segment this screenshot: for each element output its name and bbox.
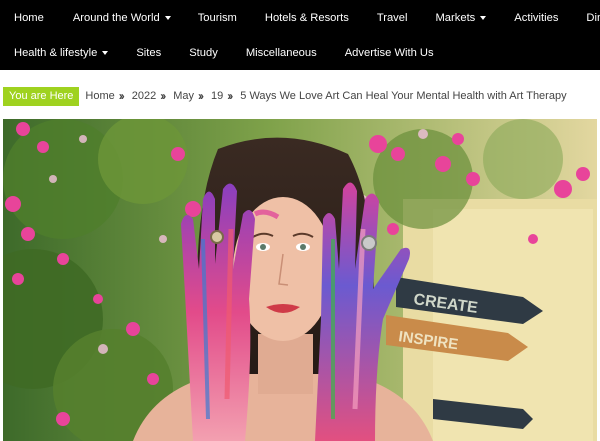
nav-item-study[interactable]: Study — [189, 47, 218, 59]
double-chevron-right-icon: ›› — [160, 89, 166, 103]
nav-item-hotels-resorts[interactable]: Hotels & Resorts — [265, 12, 349, 24]
nav-item-dining[interactable]: Dining — [586, 12, 600, 24]
nav-item-tourism[interactable]: Tourism — [198, 12, 237, 24]
nav-item-markets[interactable]: Markets — [435, 11, 487, 24]
nav-item-label: Health & lifestyle — [14, 46, 98, 59]
chevron-down-icon — [164, 15, 171, 20]
nav-item-label: Study — [189, 46, 218, 59]
nav-item-health-lifestyle[interactable]: Health & lifestyle — [14, 46, 109, 59]
breadcrumb-current-page: 5 Ways We Love Art Can Heal Your Mental … — [240, 90, 567, 102]
double-chevron-right-icon: ›› — [198, 89, 204, 103]
nav-item-travel[interactable]: Travel — [377, 12, 408, 24]
nav-item-label: Markets — [435, 11, 476, 24]
nav-item-advertise[interactable]: Advertise With Us — [345, 47, 434, 59]
featured-image-art: CREATE INSPIRE — [3, 119, 597, 441]
nav-item-label: Advertise With Us — [344, 46, 434, 59]
chevron-down-icon — [102, 50, 109, 55]
nav-item-sites[interactable]: Sites — [136, 47, 161, 59]
nav-row-secondary: Health & lifestyle Sites Study Miscellan… — [0, 35, 600, 70]
breadcrumb-day[interactable]: 19 — [211, 90, 223, 102]
nav-item-home[interactable]: Home — [14, 12, 44, 24]
breadcrumb-month[interactable]: May — [173, 90, 194, 102]
nav-item-label: Hotels & Resorts — [264, 11, 349, 24]
nav-item-miscellaneous[interactable]: Miscellaneous — [246, 47, 317, 59]
nav-item-label: Travel — [376, 11, 408, 24]
breadcrumb: You are Here Home ›› 2022 ›› May ›› 19 ›… — [0, 86, 600, 106]
nav-item-label: Tourism — [197, 11, 237, 24]
nav-item-around-the-world[interactable]: Around the World — [73, 12, 171, 24]
breadcrumb-year[interactable]: 2022 — [132, 90, 156, 102]
nav-item-label: Around the World — [72, 11, 160, 24]
nav-row-primary: Home Around the World Tourism Hotels & R… — [0, 0, 600, 35]
main-navigation: Home Around the World Tourism Hotels & R… — [0, 0, 600, 70]
nav-item-label: Activities — [514, 11, 559, 24]
nav-item-label: Home — [14, 11, 44, 24]
chevron-down-icon — [480, 15, 487, 20]
breadcrumb-home[interactable]: Home — [85, 90, 114, 102]
you-are-here-badge: You are Here — [3, 86, 80, 106]
nav-item-label: Miscellaneous — [245, 46, 317, 59]
nav-item-label: Sites — [136, 46, 162, 59]
nav-item-activities[interactable]: Activities — [514, 12, 558, 24]
nav-item-label: Dining — [586, 11, 600, 24]
featured-image: CREATE INSPIRE — [3, 119, 597, 441]
double-chevron-right-icon: ›› — [227, 89, 233, 103]
double-chevron-right-icon: ›› — [118, 89, 125, 103]
